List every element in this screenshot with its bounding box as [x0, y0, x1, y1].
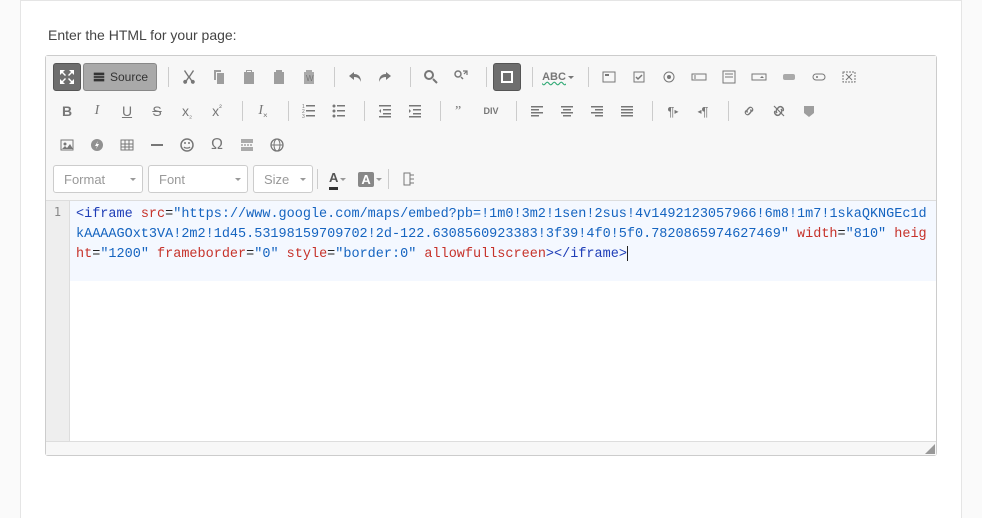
hiddenfield-button[interactable] — [835, 63, 863, 91]
numbered-list-button[interactable]: 123 — [295, 97, 323, 125]
blockquote-button[interactable]: ” — [447, 97, 475, 125]
font-combo-label: Font — [159, 172, 185, 187]
div-button[interactable]: DIV — [477, 97, 505, 125]
maximize-button[interactable] — [53, 63, 81, 91]
line-gutter: 1 — [46, 201, 70, 441]
pagebreak-button[interactable] — [233, 131, 261, 159]
toolbar-row-4: Format Font Size A A — [52, 164, 930, 194]
find-button[interactable] — [417, 63, 445, 91]
source-code-empty[interactable] — [70, 281, 936, 441]
italic-button[interactable]: I — [83, 97, 111, 125]
iframe-button[interactable] — [263, 131, 291, 159]
cut-button[interactable] — [175, 63, 203, 91]
svg-text:3: 3 — [302, 114, 305, 119]
font-combo[interactable]: Font — [148, 165, 248, 193]
form-button[interactable] — [595, 63, 623, 91]
spellcheck-button[interactable]: ABC — [539, 63, 577, 91]
smiley-button[interactable] — [173, 131, 201, 159]
checkbox-button[interactable] — [625, 63, 653, 91]
specialchar-button[interactable]: Ω — [203, 131, 231, 159]
size-combo-label: Size — [264, 172, 289, 187]
textcolor-button[interactable]: A — [324, 165, 351, 193]
paste-word-button[interactable]: W — [295, 63, 323, 91]
indent-button[interactable] — [401, 97, 429, 125]
paste-text-button[interactable] — [265, 63, 293, 91]
source-button[interactable]: Source — [83, 63, 157, 91]
bgcolor-button[interactable]: A — [353, 165, 386, 193]
toolbar-row-2: B I U S x₂ x² I× 123 — [52, 96, 930, 126]
textfield-button[interactable] — [685, 63, 713, 91]
align-justify-button[interactable] — [613, 97, 641, 125]
rtl-button[interactable]: ◂¶ — [689, 97, 717, 125]
source-code-input[interactable]: <iframe src="https://www.google.com/maps… — [70, 201, 936, 281]
image-button[interactable] — [53, 131, 81, 159]
svg-text:W: W — [306, 74, 314, 83]
size-combo[interactable]: Size — [253, 165, 313, 193]
subscript-button[interactable]: x₂ — [173, 97, 201, 125]
link-button[interactable] — [735, 97, 763, 125]
flash-button[interactable] — [83, 131, 111, 159]
undo-button[interactable] — [341, 63, 369, 91]
ltr-button[interactable]: ¶▸ — [659, 97, 687, 125]
toolbar-row-3: Ω — [52, 130, 930, 160]
select-all-button[interactable] — [493, 63, 521, 91]
format-combo-label: Format — [64, 172, 105, 187]
resize-handle[interactable] — [46, 441, 936, 455]
format-combo[interactable]: Format — [53, 165, 143, 193]
select-button[interactable] — [745, 63, 773, 91]
ckeditor: Source W — [45, 55, 937, 456]
outdent-button[interactable] — [371, 97, 399, 125]
svg-text:”: ” — [455, 104, 461, 119]
replace-button[interactable] — [447, 63, 475, 91]
strike-button[interactable]: S — [143, 97, 171, 125]
unlink-button[interactable] — [765, 97, 793, 125]
align-left-button[interactable] — [523, 97, 551, 125]
redo-button[interactable] — [371, 63, 399, 91]
showblocks-button[interactable] — [395, 165, 423, 193]
align-right-button[interactable] — [583, 97, 611, 125]
radio-button[interactable] — [655, 63, 683, 91]
field-label: Enter the HTML for your page: — [21, 19, 961, 55]
toolbar-row-1: Source W — [52, 62, 930, 92]
copy-button[interactable] — [205, 63, 233, 91]
table-button[interactable] — [113, 131, 141, 159]
imagebutton-button[interactable] — [805, 63, 833, 91]
line-number: 1 — [46, 205, 69, 219]
align-center-button[interactable] — [553, 97, 581, 125]
bold-button[interactable]: B — [53, 97, 81, 125]
hr-button[interactable] — [143, 131, 171, 159]
underline-button[interactable]: U — [113, 97, 141, 125]
button-field-button[interactable] — [775, 63, 803, 91]
text-cursor — [627, 246, 628, 261]
paste-button[interactable] — [235, 63, 263, 91]
source-area: 1 <iframe src="https://www.google.com/ma… — [46, 201, 936, 441]
source-button-label: Source — [110, 70, 148, 84]
remove-format-button[interactable]: I× — [249, 97, 277, 125]
toolbar: Source W — [46, 56, 936, 201]
superscript-button[interactable]: x² — [203, 97, 231, 125]
anchor-button[interactable] — [795, 97, 823, 125]
textarea-button[interactable] — [715, 63, 743, 91]
page-container: Enter the HTML for your page: Source — [20, 0, 962, 518]
bulleted-list-button[interactable] — [325, 97, 353, 125]
